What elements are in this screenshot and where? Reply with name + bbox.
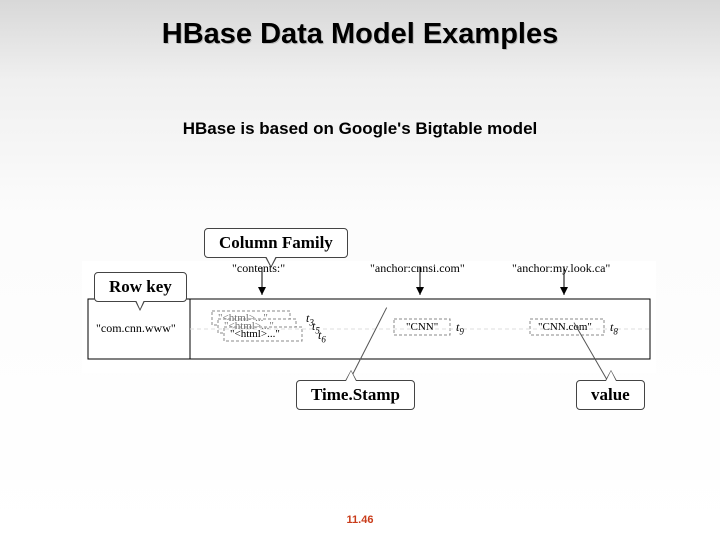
ts-sub: 6 bbox=[321, 334, 326, 344]
ts-sub: 8 bbox=[613, 326, 618, 336]
callout-tail-icon bbox=[135, 301, 145, 311]
callout-column-family: Column Family bbox=[204, 228, 348, 258]
ts-sub: 9 bbox=[459, 326, 464, 336]
callout-timestamp: Time.Stamp bbox=[296, 380, 415, 410]
timestamp-label: t8 bbox=[610, 320, 618, 336]
column-header: "contents:" bbox=[232, 261, 285, 276]
cell-value: "CNN.com" bbox=[538, 321, 592, 333]
column-header: "anchor:cnnsi.com" bbox=[370, 261, 465, 276]
callout-label: Column Family bbox=[219, 233, 333, 252]
column-header: "anchor:my.look.ca" bbox=[512, 261, 610, 276]
callout-tail-icon bbox=[345, 370, 357, 381]
callout-label: Time.Stamp bbox=[311, 385, 400, 404]
cell-value: "CNN" bbox=[406, 321, 438, 333]
callout-value: value bbox=[576, 380, 645, 410]
page-title: HBase Data Model Examples bbox=[0, 0, 720, 51]
callout-tail-icon bbox=[265, 257, 277, 268]
callout-label: value bbox=[591, 385, 630, 404]
callout-label: Row key bbox=[109, 277, 172, 296]
slide-number: 11.46 bbox=[0, 514, 720, 526]
timestamp-label: t6 bbox=[318, 328, 326, 344]
row-key-value: "com.cnn.www" bbox=[96, 321, 176, 336]
timestamp-label: t9 bbox=[456, 320, 464, 336]
cell-value: "<html>..." bbox=[230, 328, 280, 340]
callout-row-key: Row key bbox=[94, 272, 187, 302]
callout-tail-icon bbox=[605, 370, 617, 381]
page-subtitle: HBase is based on Google's Bigtable mode… bbox=[0, 119, 720, 139]
